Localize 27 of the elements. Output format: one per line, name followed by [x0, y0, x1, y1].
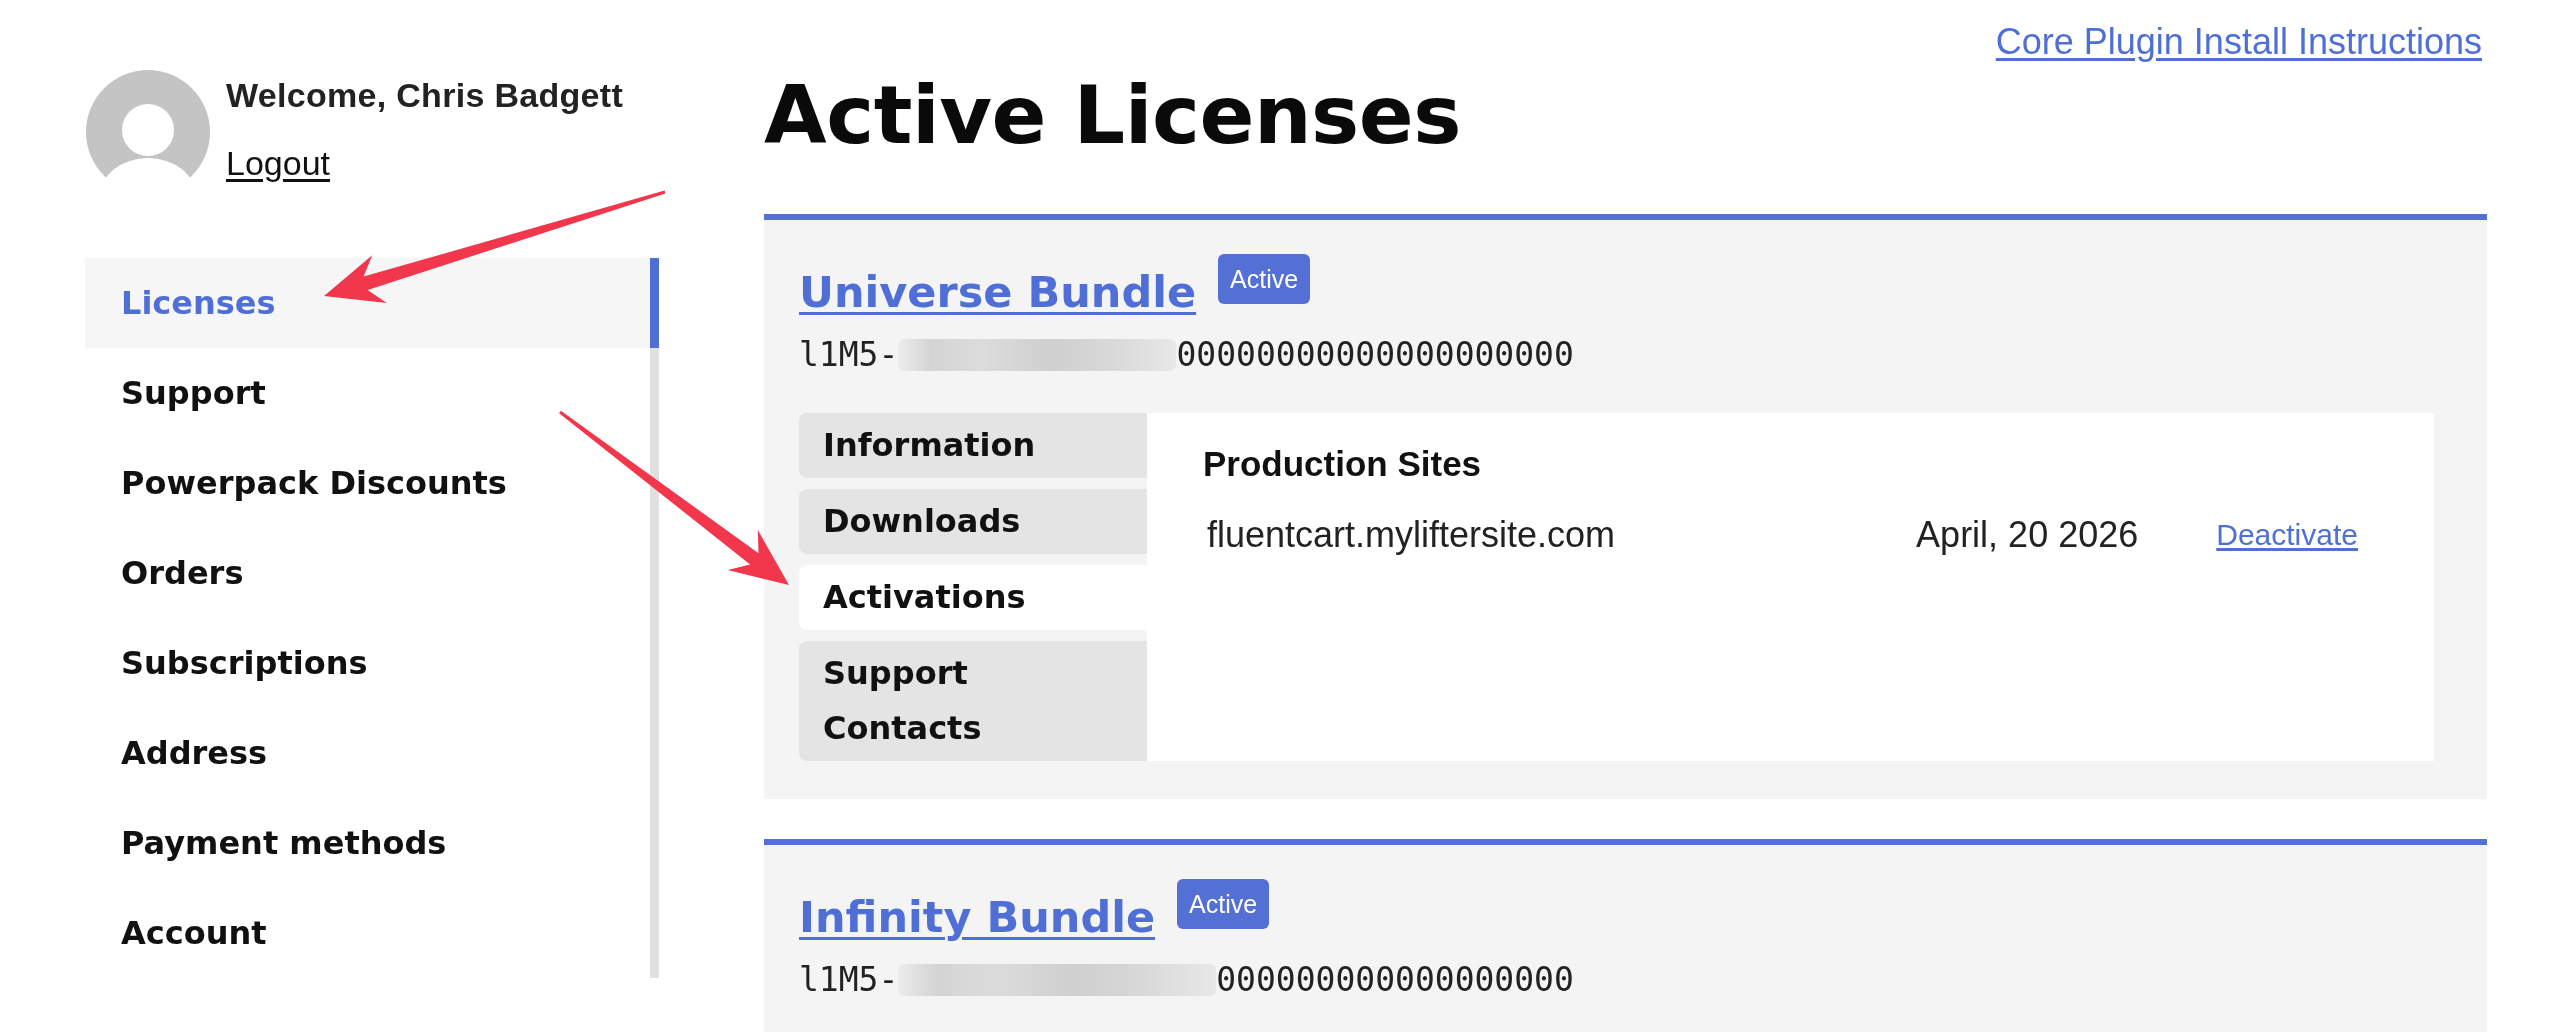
sidebar-item[interactable]: Licenses [85, 258, 659, 348]
deactivate-link[interactable]: Deactivate [2216, 517, 2358, 553]
activation-date: April, 20 2026 [1916, 513, 2139, 557]
status-badge: Active [1218, 254, 1311, 304]
license-tab[interactable]: Information [799, 413, 1147, 478]
status-badge: Active [1177, 879, 1270, 929]
sidebar-item[interactable]: Account [85, 888, 659, 978]
license-title-link[interactable]: Universe Bundle [799, 266, 1197, 319]
page-title: Active Licenses [764, 69, 1461, 161]
license-key-text: 00000000000000000000 [1176, 335, 1574, 375]
user-avatar-icon [86, 70, 210, 194]
license-key-text: l1M5- [799, 335, 899, 375]
license-tab[interactable]: Activations [799, 565, 1147, 630]
license-title-link[interactable]: Infinity Bundle [799, 891, 1156, 944]
license-key-text: 000000000000000000 [1216, 960, 1574, 1000]
sidebar-item[interactable]: Subscriptions [85, 618, 659, 708]
logout-link[interactable]: Logout [226, 142, 330, 184]
license-key-text: l1M5- [799, 960, 899, 1000]
license-tab[interactable]: Downloads [799, 489, 1147, 554]
sidebar-item[interactable]: Address [85, 708, 659, 798]
license-tab[interactable]: Support Contacts [799, 641, 1147, 761]
welcome-text: Welcome, Chris Badgett [226, 75, 624, 116]
sidebar-item[interactable]: Orders [85, 528, 659, 618]
section-heading: Production Sites [1203, 443, 1483, 485]
sidebar-item[interactable]: Payment methods [85, 798, 659, 888]
install-instructions-link[interactable]: Core Plugin Install Instructions [1995, 21, 2482, 63]
site-url: fluentcart.myliftersite.com [1207, 513, 1616, 557]
